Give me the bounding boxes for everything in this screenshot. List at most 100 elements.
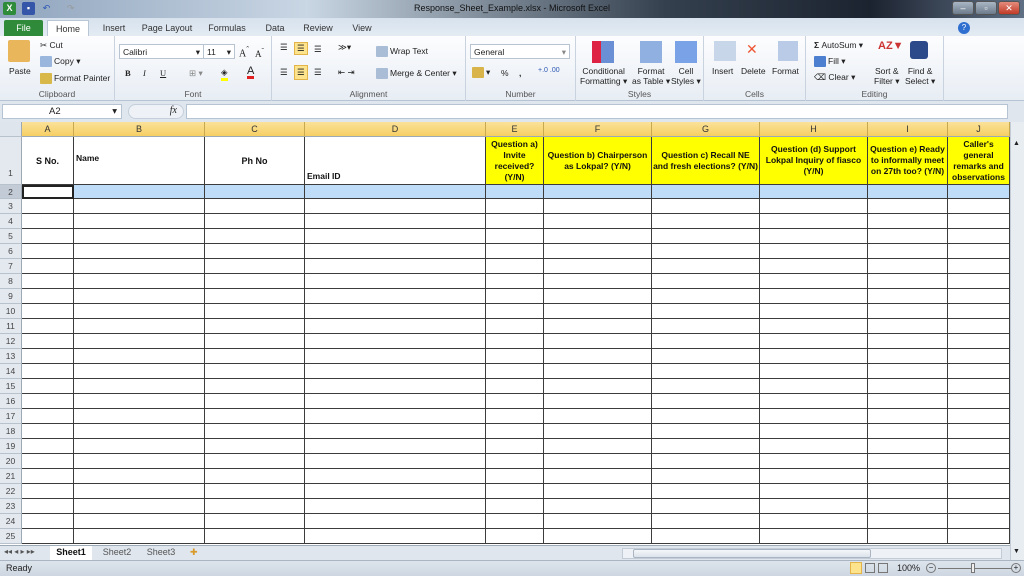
bold-button[interactable]: B — [125, 68, 131, 78]
merge-center-button[interactable]: Merge & Center ▾ — [376, 68, 457, 80]
cell-e3[interactable] — [486, 199, 544, 214]
font-color-icon[interactable]: A — [247, 66, 255, 79]
delete-cells-icon[interactable]: ✕ — [746, 41, 758, 58]
clear-button[interactable]: ⌫ Clear ▾ — [814, 72, 855, 83]
cell-b22[interactable] — [74, 484, 205, 499]
cell-f20[interactable] — [544, 454, 652, 469]
zoom-in-button[interactable]: + — [1011, 563, 1021, 573]
cell-a21[interactable] — [22, 469, 74, 484]
sheet-tab-sheet2[interactable]: Sheet2 — [98, 546, 136, 560]
cell-f8[interactable] — [544, 274, 652, 289]
cell-f7[interactable] — [544, 259, 652, 274]
find-select-button[interactable]: Find & Select ▾ — [905, 66, 935, 86]
cell-h3[interactable] — [760, 199, 868, 214]
cell-e8[interactable] — [486, 274, 544, 289]
underline-button[interactable]: U — [160, 68, 166, 78]
cell-g20[interactable] — [652, 454, 760, 469]
cell-d5[interactable] — [305, 229, 486, 244]
row-header-8[interactable]: 8 — [0, 274, 22, 289]
autosum-button[interactable]: Σ AutoSum ▾ — [814, 40, 863, 51]
cell-e7[interactable] — [486, 259, 544, 274]
row-header-12[interactable]: 12 — [0, 334, 22, 349]
row-header-7[interactable]: 7 — [0, 259, 22, 274]
cell-e9[interactable] — [486, 289, 544, 304]
cell-h11[interactable] — [760, 319, 868, 334]
cell-d15[interactable] — [305, 379, 486, 394]
cell-e22[interactable] — [486, 484, 544, 499]
cell-e5[interactable] — [486, 229, 544, 244]
cell-i23[interactable] — [868, 499, 948, 514]
cell-h21[interactable] — [760, 469, 868, 484]
cell-g11[interactable] — [652, 319, 760, 334]
cell-h25[interactable] — [760, 529, 868, 544]
cell-e15[interactable] — [486, 379, 544, 394]
cell-f16[interactable] — [544, 394, 652, 409]
cell-g5[interactable] — [652, 229, 760, 244]
cell-d13[interactable] — [305, 349, 486, 364]
cell-c18[interactable] — [205, 424, 305, 439]
row-header-20[interactable]: 20 — [0, 454, 22, 469]
cell-b9[interactable] — [74, 289, 205, 304]
row-header-25[interactable]: 25 — [0, 529, 22, 544]
cell-h22[interactable] — [760, 484, 868, 499]
cell-a18[interactable] — [22, 424, 74, 439]
minimize-button[interactable]: – — [952, 1, 974, 15]
cell-g13[interactable] — [652, 349, 760, 364]
cell-c4[interactable] — [205, 214, 305, 229]
cell-d16[interactable] — [305, 394, 486, 409]
cell-b5[interactable] — [74, 229, 205, 244]
cell-j16[interactable] — [948, 394, 1010, 409]
cell-c23[interactable] — [205, 499, 305, 514]
cell-d23[interactable] — [305, 499, 486, 514]
cell-g18[interactable] — [652, 424, 760, 439]
zoom-slider-thumb[interactable] — [971, 563, 975, 573]
select-all-corner[interactable] — [0, 122, 22, 137]
column-header-i[interactable]: I — [868, 122, 948, 137]
cell-c16[interactable] — [205, 394, 305, 409]
binoculars-icon[interactable] — [910, 41, 928, 59]
row-header-4[interactable]: 4 — [0, 214, 22, 229]
row-header-15[interactable]: 15 — [0, 379, 22, 394]
align-bottom-icon[interactable]: ☰ — [314, 44, 322, 55]
paste-button[interactable]: Paste — [9, 66, 31, 76]
cell-a17[interactable] — [22, 409, 74, 424]
cell-i8[interactable] — [868, 274, 948, 289]
cell-f2[interactable] — [544, 185, 652, 199]
cell-b6[interactable] — [74, 244, 205, 259]
cell-f23[interactable] — [544, 499, 652, 514]
cell-i19[interactable] — [868, 439, 948, 454]
shrink-font-icon[interactable]: Aˇ — [255, 46, 264, 59]
cell-g16[interactable] — [652, 394, 760, 409]
cell-i6[interactable] — [868, 244, 948, 259]
cell-f18[interactable] — [544, 424, 652, 439]
tab-page-layout[interactable]: Page Layout — [138, 20, 196, 37]
row-header-2[interactable]: 2 — [0, 185, 22, 199]
scroll-down-icon[interactable]: ▼ — [1013, 548, 1020, 555]
cell-j25[interactable] — [948, 529, 1010, 544]
cell-g22[interactable] — [652, 484, 760, 499]
format-painter-button[interactable]: Format Painter — [40, 73, 110, 85]
cell-j18[interactable] — [948, 424, 1010, 439]
cell-f12[interactable] — [544, 334, 652, 349]
cell-a8[interactable] — [22, 274, 74, 289]
cell-j7[interactable] — [948, 259, 1010, 274]
column-header-f[interactable]: F — [544, 122, 652, 137]
name-box[interactable]: A2 ▾ — [2, 104, 122, 119]
row-header-16[interactable]: 16 — [0, 394, 22, 409]
cell-f21[interactable] — [544, 469, 652, 484]
cell-i9[interactable] — [868, 289, 948, 304]
zoom-out-button[interactable]: − — [926, 563, 936, 573]
column-header-g[interactable]: G — [652, 122, 760, 137]
cell-styles-icon[interactable] — [675, 41, 697, 63]
tab-formulas[interactable]: Formulas — [204, 20, 250, 37]
cell-g2[interactable] — [652, 185, 760, 199]
cell-a24[interactable] — [22, 514, 74, 529]
page-layout-view-icon[interactable] — [865, 563, 875, 573]
insert-function-button[interactable]: fx — [128, 104, 184, 119]
header-cell-f[interactable]: Question b) Chairperson as Lokpal? (Y/N) — [544, 137, 652, 185]
cell-b4[interactable] — [74, 214, 205, 229]
row-header-3[interactable]: 3 — [0, 199, 22, 214]
cell-a5[interactable] — [22, 229, 74, 244]
cell-e18[interactable] — [486, 424, 544, 439]
borders-icon[interactable]: ⊞ ▾ — [189, 68, 203, 79]
